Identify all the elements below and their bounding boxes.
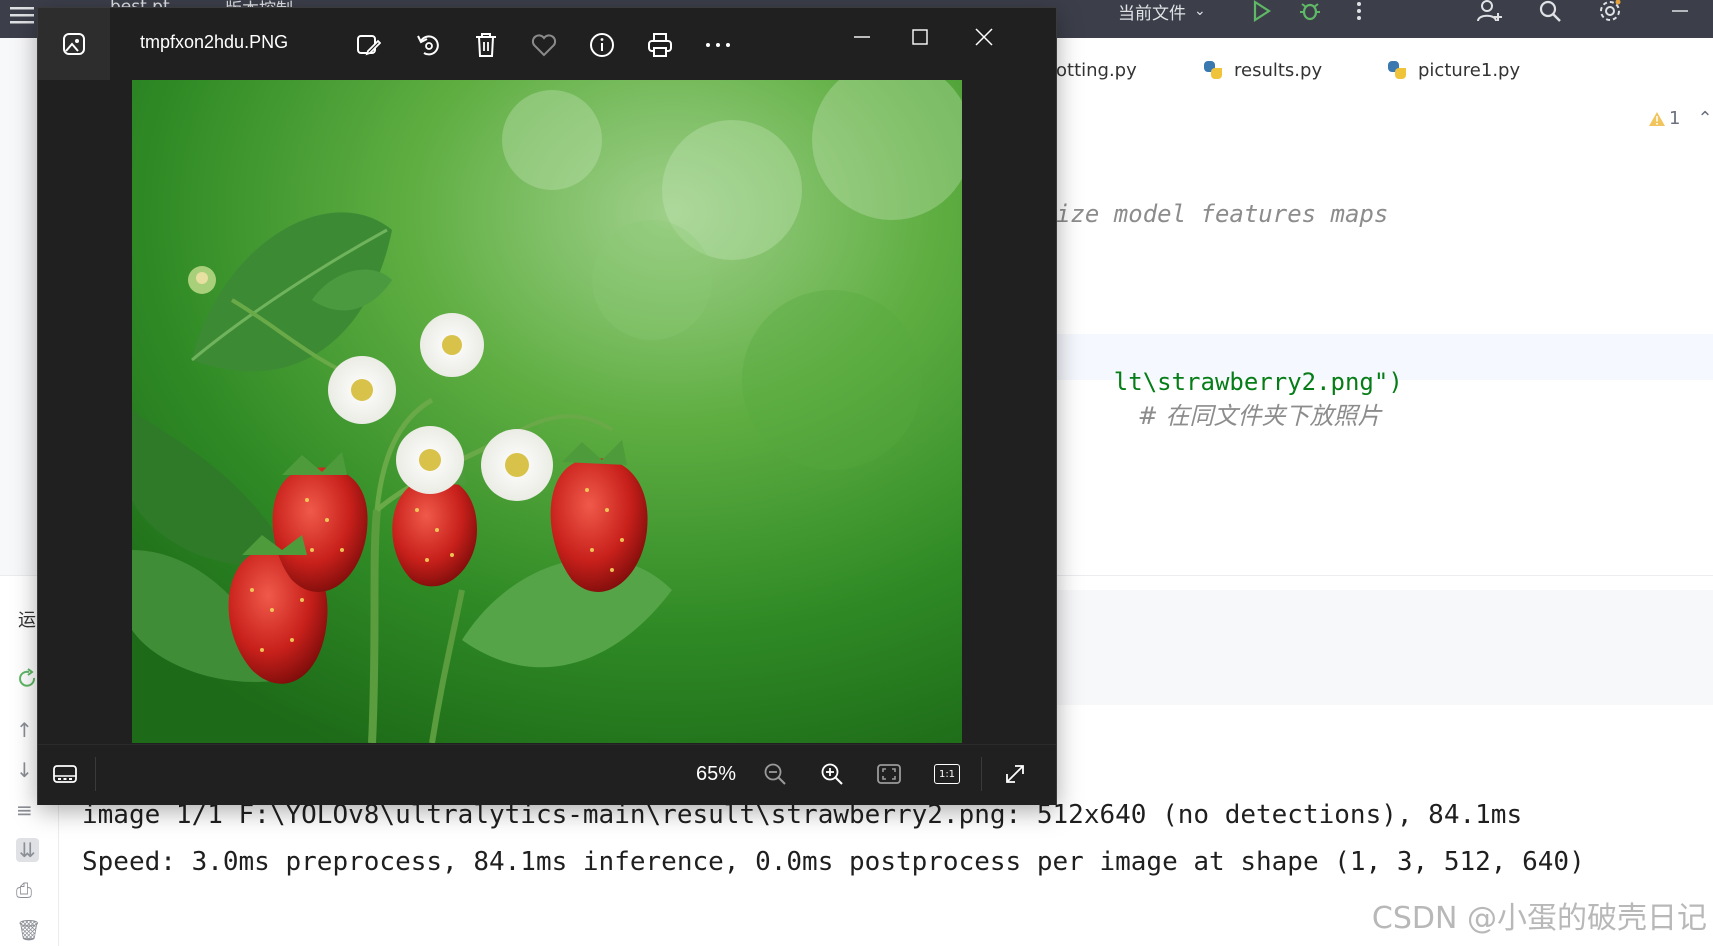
chevron-up-icon[interactable]: ⌃ — [1697, 108, 1712, 129]
favorite-icon[interactable] — [529, 30, 559, 60]
inspection-widget[interactable]: 1 ⌃ — [1648, 108, 1713, 129]
tab-label: results.py — [1234, 59, 1323, 81]
code-editor[interactable]: ize model features maps lt\strawberry2.p… — [1056, 100, 1713, 555]
search-icon[interactable] — [1538, 0, 1562, 22]
viewer-filename: tmpfxon2hdu.PNG — [140, 32, 289, 52]
tab-picture1[interactable]: picture1.py — [1386, 58, 1520, 82]
maximize-button[interactable] — [902, 22, 938, 52]
bottom-divider — [95, 757, 96, 791]
more-icon[interactable] — [703, 30, 733, 60]
filmstrip-icon[interactable] — [50, 759, 80, 789]
editor-tabs: otting.py results.py picture1.py — [1050, 40, 1713, 101]
more-actions-icon[interactable] — [1356, 0, 1362, 22]
soft-wrap-icon[interactable]: ≡ — [16, 798, 33, 822]
close-icon — [975, 28, 993, 46]
python-file-icon — [1386, 59, 1408, 81]
code-comment-line: ize model features maps — [1056, 200, 1389, 228]
watermark: CSDN @小蛋的破壳日记 — [1371, 901, 1707, 936]
run-icon[interactable] — [1250, 0, 1272, 22]
main-menu-icon[interactable] — [10, 4, 34, 26]
actual-size-icon[interactable]: 1:1 — [932, 759, 962, 789]
arrow-up-icon[interactable]: ↑ — [16, 718, 33, 742]
warning-count: 1 — [1669, 108, 1681, 129]
close-button[interactable] — [966, 22, 1002, 52]
photo-viewer-window: tmpfxon2hdu.PNG 65% 1:1 — [38, 8, 1056, 805]
code-inline-comment: # 在同文件夹下放照片 — [1137, 402, 1382, 430]
run-panel-header — [1056, 590, 1713, 651]
zoom-level: 65% — [696, 763, 737, 785]
chevron-down-icon: ⌄ — [1194, 3, 1206, 19]
edit-image-icon[interactable] — [353, 30, 383, 60]
photos-app-icon — [38, 8, 110, 80]
minimize-button[interactable] — [844, 22, 880, 52]
print-icon[interactable] — [645, 30, 675, 60]
zoom-in-icon[interactable] — [817, 759, 847, 789]
python-file-icon — [1202, 59, 1224, 81]
run-config-label: 当前文件 — [1118, 3, 1186, 24]
actual-size-label: 1:1 — [934, 764, 960, 784]
tab-results[interactable]: results.py — [1202, 58, 1322, 82]
debug-icon[interactable] — [1298, 0, 1322, 22]
rotate-icon[interactable] — [413, 30, 443, 60]
scroll-to-end-icon[interactable]: ⇊ — [16, 838, 39, 862]
fullscreen-icon[interactable] — [1000, 759, 1030, 789]
tab-plotting[interactable]: otting.py — [1056, 58, 1137, 82]
fit-to-window-icon[interactable] — [874, 759, 904, 789]
viewer-title-bar: tmpfxon2hdu.PNG — [38, 8, 1056, 80]
viewer-bottom-bar: 65% 1:1 — [38, 744, 1056, 805]
run-panel-subheader — [1056, 650, 1713, 705]
bottom-divider — [981, 757, 982, 791]
info-icon[interactable] — [587, 30, 617, 60]
code-string-line: lt\strawberry2.png") # 在同文件夹下放照片 — [1056, 340, 1403, 459]
minimize-icon — [854, 36, 870, 38]
maximize-icon — [912, 29, 928, 45]
minimize-ide-icon[interactable] — [1672, 0, 1688, 22]
rerun-icon[interactable] — [16, 668, 38, 695]
run-tab-label[interactable]: 运 — [18, 606, 36, 632]
clear-output-icon[interactable]: 🗑 — [16, 918, 41, 942]
code-string: lt\strawberry2.png") — [1113, 368, 1403, 396]
zoom-out-icon[interactable] — [760, 759, 790, 789]
tab-label: otting.py — [1056, 59, 1137, 81]
add-user-icon[interactable] — [1476, 0, 1504, 22]
print-output-icon[interactable]: ⎙ — [16, 878, 32, 902]
tab-label: picture1.py — [1418, 59, 1521, 81]
settings-gear-icon[interactable] — [1598, 0, 1622, 22]
delete-icon[interactable] — [471, 30, 501, 60]
displayed-image[interactable] — [132, 80, 962, 743]
run-config-selector[interactable]: 当前文件 ⌄ — [1118, 0, 1206, 24]
console-output-line: Speed: 3.0ms preprocess, 84.1ms inferenc… — [82, 847, 1585, 877]
warning-icon — [1649, 111, 1665, 126]
arrow-down-icon[interactable]: ↓ — [16, 758, 33, 782]
